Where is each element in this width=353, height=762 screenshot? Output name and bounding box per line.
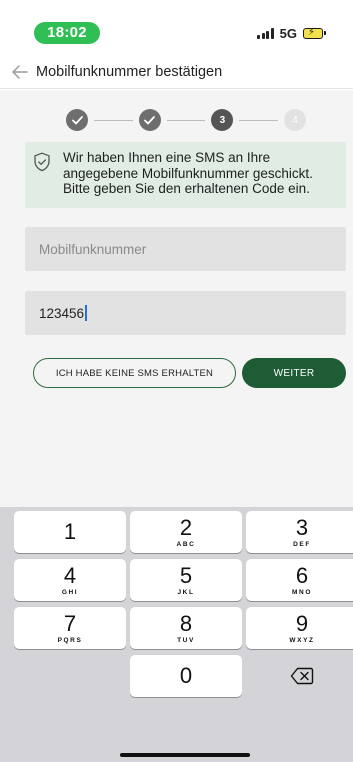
key-digit: 9 [295,610,309,636]
info-text-line: angegebene Mobilfunknummer geschickt. [63,165,313,181]
key-6[interactable]: 6 MNO [246,559,353,601]
key-letters: MNO [292,588,312,596]
step-connector [239,119,279,121]
step-4-todo: 4 [284,109,307,131]
key-digit: 2 [179,514,193,540]
key-letters: GHI [61,588,79,596]
step-connector [94,119,133,121]
signal-icon [257,27,274,39]
delete-key[interactable] [246,655,353,697]
home-indicator [120,753,250,757]
key-digit: 4 [63,562,77,588]
step-3-current: 3 [211,109,234,131]
info-text-line: Bitte geben Sie den erhaltenen Code ein. [63,181,310,196]
key-digit: 1 [63,519,77,544]
key-5[interactable]: 5 JKL [130,559,242,601]
nav-header: Mobilfunknummer bestätigen [0,55,353,89]
key-1[interactable]: 1 [14,511,126,553]
status-indicators: 5G ⚡ [257,24,326,42]
page-title: Mobilfunknummer bestätigen [36,63,223,80]
no-sms-received-button[interactable]: ICH HABE KEINE SMS ERHALTEN [33,358,236,388]
key-digit: 7 [63,610,77,636]
key-2[interactable]: 2 ABC [130,511,242,553]
key-letters: ABC [176,540,196,548]
status-bar: 18:02 5G ⚡ [0,0,353,50]
key-3[interactable]: 3 DEF [246,511,353,553]
key-letters: PQRS [57,636,83,644]
key-9[interactable]: 9 WXYZ [246,607,353,649]
key-letters: TUV [177,636,195,644]
sms-info-box: Wir haben Ihnen eine SMS an Ihre angegeb… [25,142,346,208]
network-label: 5G [279,25,297,41]
arrow-left-icon[interactable] [8,60,32,84]
battery-charging-icon: ⚡ [303,27,326,39]
key-letters: WXYZ [289,636,315,644]
key-digit: 0 [179,663,193,688]
numeric-keypad: 1 2 ABC 3 DEF 4 GHI 5 JKL 6 MNO 7 PQRS 8… [0,507,353,762]
key-letters: JKL [177,588,195,596]
shield-check-icon [34,152,50,172]
key-0[interactable]: 0 [130,655,242,697]
key-digit: 3 [295,514,309,540]
check-icon [71,115,83,124]
key-digit: 6 [295,562,309,588]
key-digit: 8 [179,610,193,636]
sms-code-input[interactable]: 123456 [25,291,346,335]
status-time: 18:02 [34,22,100,44]
next-button[interactable]: WEITER [242,358,346,388]
key-8[interactable]: 8 TUV [130,607,242,649]
step-2-done [138,109,161,131]
main-content: 3 4 Wir haben Ihnen eine SMS an Ihre ang… [0,90,353,507]
phone-number-field[interactable]: Mobilfunknummer [25,227,346,271]
key-letters: DEF [293,540,311,548]
check-icon [144,115,156,124]
key-digit: 5 [179,562,193,588]
key-7[interactable]: 7 PQRS [14,607,126,649]
text-caret [85,305,87,321]
info-text-line: Wir haben Ihnen eine SMS an Ihre [63,150,271,165]
backspace-icon [290,667,314,685]
progress-stepper: 3 4 [66,108,307,132]
key-4[interactable]: 4 GHI [14,559,126,601]
sms-code-value: 123456 [39,305,85,321]
step-connector [166,119,206,121]
step-1-done [66,109,88,131]
phone-number-placeholder: Mobilfunknummer [39,241,147,257]
